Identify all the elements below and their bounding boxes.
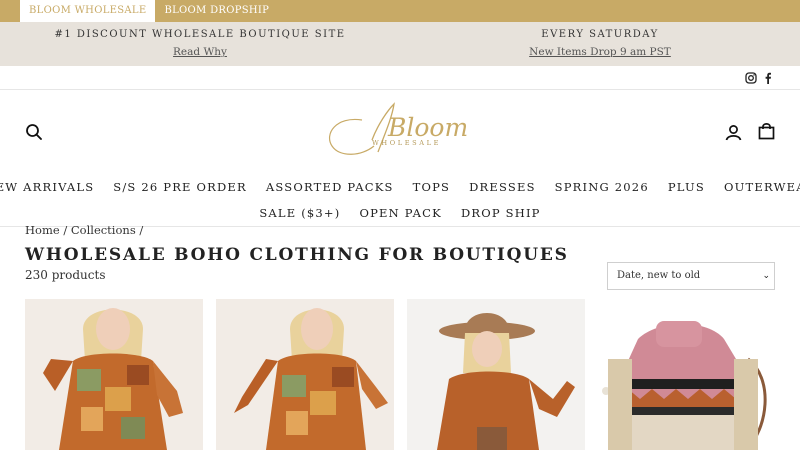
breadcrumb-home[interactable]: Home [25,223,60,237]
main-navigation: NEW ARRIVALS S/S 26 PRE ORDER ASSORTED P… [0,176,800,224]
cart-icon[interactable] [758,122,775,140]
nav-item-sale[interactable]: SALE ($3+) [250,202,350,224]
search-icon[interactable] [25,123,43,141]
sort-selected-value: Date, new to old [617,270,701,281]
nav-item-dresses[interactable]: DRESSES [460,176,546,198]
announcement-left: #1 DISCOUNT WHOLESALE BOUTIQUE SITE Read… [0,22,400,66]
product-image[interactable] [598,299,775,450]
collection-title: WHOLESALE BOHO CLOTHING FOR BOUTIQUES [25,245,569,265]
nav-row: SALE ($3+) OPEN PACK DROP SHIP [0,202,800,224]
breadcrumb-separator: / [139,223,144,237]
breadcrumb-separator: / [63,223,68,237]
tab-bloom-wholesale[interactable]: BLOOM WHOLESALE [20,0,156,22]
instagram-icon[interactable] [745,72,757,84]
nav-row: NEW ARRIVALS S/S 26 PRE ORDER ASSORTED P… [0,176,800,198]
facebook-icon[interactable] [762,72,774,84]
nav-item-new-arrivals[interactable]: NEW ARRIVALS [0,176,104,198]
product-count: 230 products [25,268,106,282]
product-card[interactable] [407,299,585,450]
tab-bloom-dropship[interactable]: BLOOM DROPSHIP [155,0,278,22]
breadcrumb-collections[interactable]: Collections [71,223,136,237]
read-why-link[interactable]: Read Why [173,46,227,58]
product-card[interactable] [216,299,394,450]
nav-item-assorted-packs[interactable]: ASSORTED PACKS [256,176,403,198]
store-switch-bar: BLOOM WHOLESALE BLOOM DROPSHIP [0,0,800,22]
chevron-down-icon: ⌄ [762,271,770,281]
bloom-logo[interactable]: Bloom WHOLESALE [322,100,468,166]
nav-item-outerwear[interactable]: OUTERWEAR [714,176,800,198]
product-card[interactable] [25,299,203,450]
product-image[interactable] [25,299,203,450]
new-items-drop-link[interactable]: New Items Drop 9 am PST [529,46,671,58]
logo-subtitle: WHOLESALE [372,139,441,147]
announcement-headline: #1 DISCOUNT WHOLESALE BOUTIQUE SITE [54,29,346,40]
sort-select[interactable]: Date, new to old ⌄ [607,262,775,290]
breadcrumb: Home / Collections / [25,223,143,237]
product-card[interactable] [598,299,775,450]
nav-item-plus[interactable]: PLUS [658,176,714,198]
nav-item-drop-ship[interactable]: DROP SHIP [451,202,550,224]
account-icon[interactable] [725,124,742,141]
announcement-right: EVERY SATURDAY New Items Drop 9 am PST [400,22,800,66]
nav-item-spring-2026[interactable]: SPRING 2026 [545,176,658,198]
product-image[interactable] [216,299,394,450]
product-image[interactable] [407,299,585,450]
nav-item-open-pack[interactable]: OPEN PACK [350,202,451,224]
site-header: Bloom WHOLESALE [0,90,800,176]
logo-script-text: Bloom [387,113,468,142]
nav-item-tops[interactable]: TOPS [403,176,460,198]
announcement-headline: EVERY SATURDAY [541,29,659,40]
announcement-bar: #1 DISCOUNT WHOLESALE BOUTIQUE SITE Read… [0,22,800,66]
social-bar [0,66,800,90]
nav-item-ss26-pre-order[interactable]: S/S 26 PRE ORDER [104,176,257,198]
